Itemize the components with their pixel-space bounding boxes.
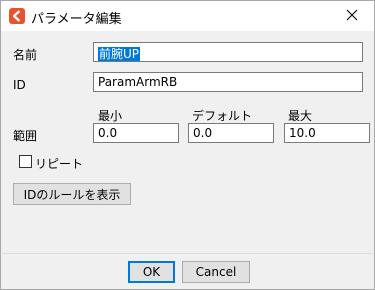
title-bar: パラメータ編集 [1, 1, 374, 31]
min-input-value: 0.0 [98, 126, 118, 140]
window-title: パラメータ編集 [31, 12, 122, 27]
id-input[interactable]: ParamArmRB [93, 72, 363, 92]
id-label: ID [13, 78, 26, 92]
name-input[interactable]: 前腕UP [93, 42, 363, 62]
default-input-value: 0.0 [193, 126, 213, 140]
name-input-value: 前腕UP [98, 47, 141, 61]
default-label: デフォルト [192, 109, 253, 123]
range-label: 範囲 [13, 129, 38, 143]
max-label: 最大 [288, 109, 313, 123]
close-icon [346, 9, 358, 24]
repeat-checkbox[interactable] [19, 155, 32, 168]
id-input-value: ParamArmRB [98, 75, 178, 89]
repeat-label[interactable]: リピート [35, 155, 83, 172]
default-input[interactable]: 0.0 [188, 123, 274, 143]
dialog-footer: OK Cancel [2, 254, 373, 289]
max-input-value: 10.0 [289, 126, 316, 140]
ok-label: OK [142, 265, 161, 279]
close-button[interactable] [330, 1, 374, 31]
max-input[interactable]: 10.0 [284, 123, 370, 143]
cancel-button[interactable]: Cancel [182, 261, 250, 283]
show-id-rules-button[interactable]: IDのルールを表示 [13, 183, 131, 205]
cancel-label: Cancel [195, 265, 237, 279]
min-label: 最小 [98, 109, 123, 123]
name-label: 名前 [13, 48, 38, 62]
show-id-rules-label: IDのルールを表示 [23, 187, 121, 202]
app-logo-icon [9, 8, 25, 24]
parameter-edit-dialog: パラメータ編集 名前 前腕UP ID ParamArmRB 最小 デフォルト 最… [0, 0, 375, 290]
ok-button[interactable]: OK [128, 261, 175, 283]
min-input[interactable]: 0.0 [93, 123, 179, 143]
